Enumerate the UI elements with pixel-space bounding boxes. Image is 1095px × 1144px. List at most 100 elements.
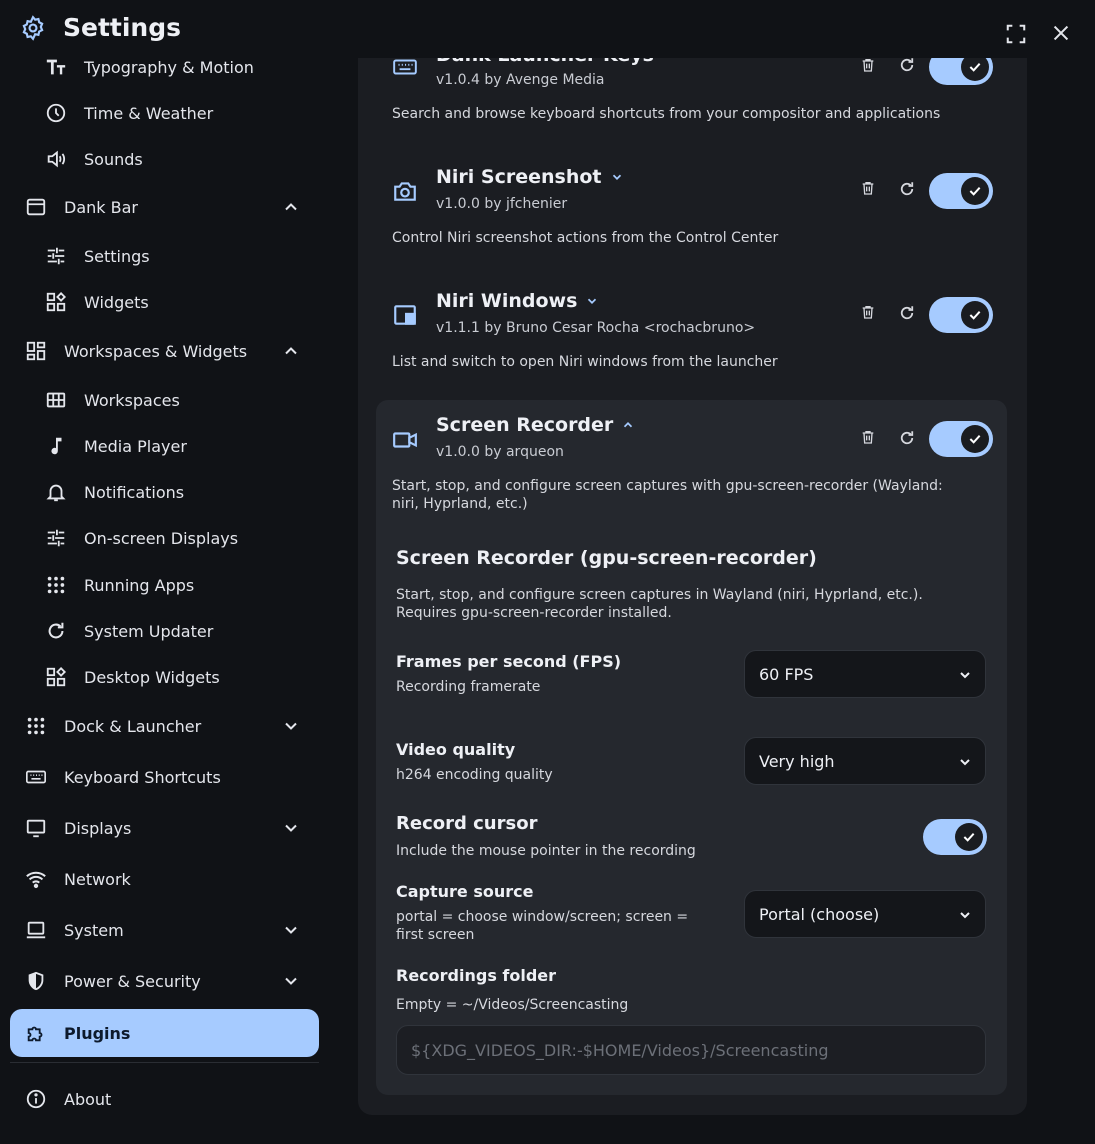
chevron-down-icon[interactable] xyxy=(281,971,301,991)
dashboard-icon xyxy=(24,339,48,363)
plugin-name[interactable]: Screen Recorder xyxy=(436,414,635,436)
plugin-screen-recorder: Screen Recorder v1.0.0 by arqueon Start,… xyxy=(376,400,1007,1095)
fps-select[interactable]: 60 FPS xyxy=(744,650,986,698)
sidebar-item-dock-launcher[interactable]: Dock & Launcher xyxy=(10,703,319,749)
sidebar-item-label: On-screen Displays xyxy=(84,528,239,548)
typography-icon xyxy=(44,55,68,79)
sidebar-item-label: Power & Security xyxy=(64,971,201,991)
chevron-up-icon[interactable] xyxy=(281,197,301,217)
puzzle-icon xyxy=(24,1021,48,1045)
camera-icon xyxy=(392,178,418,204)
window-bar-icon xyxy=(24,195,48,219)
sidebar-item-label: Media Player xyxy=(84,436,187,456)
plugin-description: Start, stop, and configure screen captur… xyxy=(392,478,943,512)
chevron-down-icon[interactable] xyxy=(585,294,599,308)
sidebar-item-sounds[interactable]: Sounds xyxy=(10,136,319,182)
source-label: Capture source xyxy=(396,882,534,901)
gear-icon xyxy=(22,15,44,41)
sidebar-item-system-updater[interactable]: System Updater xyxy=(10,608,319,654)
sidebar-item-notifications[interactable]: Notifications xyxy=(10,469,319,515)
chevron-down-icon[interactable] xyxy=(281,818,301,838)
sidebar-item-running-apps[interactable]: Running Apps xyxy=(10,562,319,608)
chevron-down-icon xyxy=(960,912,970,919)
sidebar-item-label: System xyxy=(64,920,124,940)
fullscreen-icon[interactable] xyxy=(1005,23,1027,45)
close-icon[interactable] xyxy=(1050,22,1072,44)
sidebar-item-about[interactable]: About xyxy=(10,1076,319,1122)
plugin-name[interactable]: Niri Windows xyxy=(436,290,599,312)
sidebar-item-workspaces-widgets[interactable]: Workspaces & Widgets xyxy=(10,328,319,374)
sidebar-item-label: Workspaces & Widgets xyxy=(64,341,248,361)
record-cursor-toggle[interactable] xyxy=(923,819,987,855)
fps-sub: Recording framerate xyxy=(396,679,541,695)
folder-input[interactable]: ${XDG_VIDEOS_DIR:-$HOME/Videos}/Screenca… xyxy=(396,1025,986,1075)
plugin-name[interactable]: Niri Screenshot xyxy=(436,166,624,188)
reload-icon[interactable] xyxy=(898,56,916,74)
trash-icon[interactable] xyxy=(860,429,876,447)
reload-icon[interactable] xyxy=(898,180,916,198)
chevron-down-icon[interactable] xyxy=(610,170,624,184)
sidebar-item-label: Dank Bar xyxy=(64,197,138,217)
sidebar-item-system[interactable]: System xyxy=(10,907,319,953)
quality-label: Video quality xyxy=(396,740,516,759)
recorder-section-title: Screen Recorder (gpu-screen-recorder) xyxy=(396,547,817,569)
sidebar: Typography & Motion Time & Weather Sound… xyxy=(0,0,340,1144)
sidebar-item-label: Workspaces xyxy=(84,390,180,410)
chevron-down-icon xyxy=(960,672,970,679)
plugin-enable-toggle[interactable] xyxy=(929,173,993,209)
trash-icon[interactable] xyxy=(860,57,876,75)
source-value: Portal (choose) xyxy=(759,904,880,924)
sidebar-item-power-security[interactable]: Power & Security xyxy=(10,958,319,1004)
check-icon xyxy=(961,301,989,329)
source-select[interactable]: Portal (choose) xyxy=(744,890,986,938)
sidebar-divider xyxy=(10,1062,319,1063)
sidebar-item-workspaces[interactable]: Workspaces xyxy=(10,377,319,423)
sidebar-item-osd[interactable]: On-screen Displays xyxy=(10,515,319,561)
sidebar-item-bar-widgets[interactable]: Widgets xyxy=(10,279,319,325)
sidebar-item-time-weather[interactable]: Time & Weather xyxy=(10,90,319,136)
plugin-enable-toggle[interactable] xyxy=(929,297,993,333)
reload-icon[interactable] xyxy=(898,429,916,447)
plugin-description: Search and browse keyboard shortcuts fro… xyxy=(392,106,941,122)
sidebar-item-bar-settings[interactable]: Settings xyxy=(10,233,319,279)
plugin-version: v1.0.0 by jfchenier xyxy=(436,196,568,212)
sidebar-item-label: Notifications xyxy=(84,482,185,502)
quality-value: Very high xyxy=(759,751,835,771)
plugins-panel: Dank Launcher Keys v1.0.4 by Avenge Medi… xyxy=(358,40,1027,1115)
reload-icon[interactable] xyxy=(898,304,916,322)
sidebar-item-label: Network xyxy=(64,869,131,889)
plugin-version: v1.0.0 by arqueon xyxy=(436,444,564,460)
folder-sub: Empty = ~/Videos/Screencasting xyxy=(396,997,629,1013)
cursor-label: Record cursor xyxy=(396,813,538,834)
quality-select[interactable]: Very high xyxy=(744,737,986,785)
chevron-up-icon[interactable] xyxy=(621,418,635,432)
check-icon xyxy=(961,177,989,205)
sidebar-item-keyboard-shortcuts[interactable]: Keyboard Shortcuts xyxy=(10,754,319,800)
chevron-down-icon[interactable] xyxy=(281,716,301,736)
trash-icon[interactable] xyxy=(860,304,876,322)
sidebar-item-label: Dock & Launcher xyxy=(64,716,202,736)
chevron-up-icon[interactable] xyxy=(281,341,301,361)
monitor-icon xyxy=(24,816,48,840)
laptop-icon xyxy=(24,918,48,942)
speaker-icon xyxy=(44,147,68,171)
sidebar-item-media-player[interactable]: Media Player xyxy=(10,423,319,469)
sidebar-item-plugins[interactable]: Plugins xyxy=(10,1009,319,1057)
sidebar-item-label: Widgets xyxy=(84,292,149,312)
fps-label: Frames per second (FPS) xyxy=(396,652,622,671)
folder-placeholder: ${XDG_VIDEOS_DIR:-$HOME/Videos}/Screenca… xyxy=(411,1040,829,1060)
sidebar-item-desktop-widgets[interactable]: Desktop Widgets xyxy=(10,654,319,700)
quality-sub: h264 encoding quality xyxy=(396,767,553,783)
plugin-niri-screenshot: Niri Screenshot v1.0.0 by jfchenier Cont… xyxy=(376,150,1007,270)
chevron-down-icon[interactable] xyxy=(281,920,301,940)
sidebar-item-label: Settings xyxy=(84,246,150,266)
sidebar-item-dank-bar[interactable]: Dank Bar xyxy=(10,184,319,230)
window-header: Settings xyxy=(0,0,1095,58)
sidebar-item-displays[interactable]: Displays xyxy=(10,805,319,851)
trash-icon[interactable] xyxy=(860,180,876,198)
video-camera-icon xyxy=(392,427,418,453)
widgets-icon xyxy=(44,290,68,314)
plugin-enable-toggle[interactable] xyxy=(929,421,993,457)
sidebar-item-network[interactable]: Network xyxy=(10,856,319,902)
sidebar-item-label: About xyxy=(64,1089,112,1109)
